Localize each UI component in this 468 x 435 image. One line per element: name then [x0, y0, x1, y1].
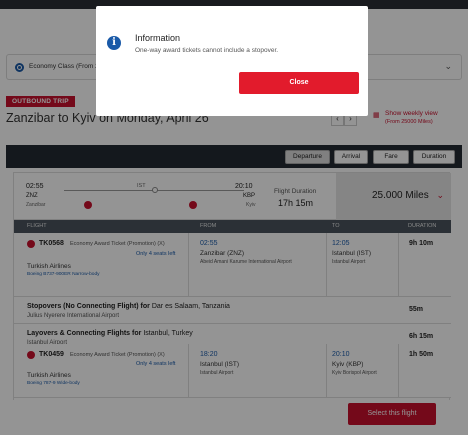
info-icon: i	[107, 36, 121, 50]
dialog-title: Information	[135, 33, 181, 43]
information-dialog: i Information One-way award tickets cann…	[96, 6, 368, 116]
dialog-message: One-way award tickets cannot include a s…	[135, 47, 279, 54]
close-button[interactable]: Close	[239, 72, 359, 94]
